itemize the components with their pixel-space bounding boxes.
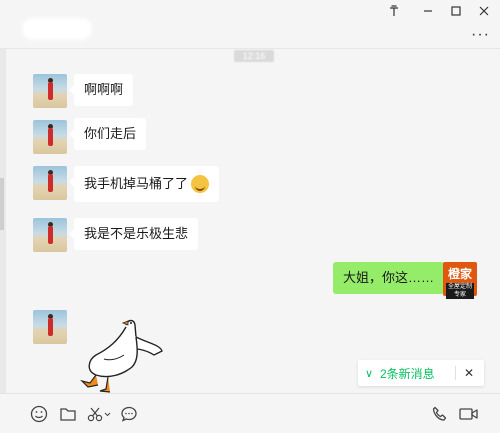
left-sidebar-edge bbox=[0, 0, 6, 432]
phone-icon bbox=[432, 406, 447, 421]
chat-title-redacted bbox=[22, 18, 92, 40]
avatar-logo-subtext: 全屋定制专家 bbox=[446, 283, 474, 299]
minimize-button[interactable] bbox=[418, 2, 438, 20]
message-bubble[interactable]: 我手机掉马桶了了 bbox=[68, 166, 220, 202]
new-messages-notice[interactable]: ∨ 2条新消息 ✕ bbox=[358, 360, 484, 386]
sender-avatar[interactable] bbox=[33, 218, 67, 252]
scrollbar-thumb[interactable] bbox=[0, 178, 4, 230]
minimize-icon bbox=[424, 10, 432, 12]
message-bubble[interactable]: 我是不是乐极生悲 bbox=[68, 218, 199, 250]
dismiss-new-messages-icon[interactable]: ✕ bbox=[464, 366, 478, 380]
pin-button[interactable] bbox=[384, 2, 404, 20]
maximize-icon bbox=[451, 6, 461, 16]
video-icon bbox=[459, 408, 478, 420]
message-text: 你们走后 bbox=[84, 126, 137, 141]
sender-avatar[interactable] bbox=[33, 310, 67, 344]
message-bubble[interactable]: 你们走后 bbox=[68, 118, 147, 150]
my-avatar[interactable]: 橙家 全屋定制专家 bbox=[443, 262, 477, 299]
close-icon bbox=[479, 6, 489, 16]
goose-sticker-icon bbox=[80, 319, 163, 393]
message-text: 我是不是乐极生悲 bbox=[84, 226, 189, 241]
my-message-bubble[interactable]: 大姐，你这…… bbox=[333, 262, 450, 294]
file-button[interactable] bbox=[58, 404, 78, 424]
scissors-icon bbox=[87, 407, 111, 422]
message-bubble[interactable]: 啊啊啊 bbox=[68, 74, 134, 106]
chat-history-button[interactable] bbox=[119, 404, 139, 424]
laughing-crying-emoji-icon bbox=[191, 174, 210, 193]
divider bbox=[455, 366, 456, 380]
message-text: 大姐，你这…… bbox=[343, 270, 435, 285]
voice-call-button[interactable] bbox=[430, 404, 450, 424]
folder-icon bbox=[60, 408, 76, 421]
chat-header: ··· bbox=[0, 0, 500, 49]
message-text: 我手机掉马桶了了 bbox=[84, 176, 189, 191]
chat-bubble-icon bbox=[121, 406, 137, 422]
more-options-button[interactable]: ··· bbox=[471, 27, 490, 43]
message-text: 啊啊啊 bbox=[84, 82, 124, 97]
sender-avatar[interactable] bbox=[33, 120, 67, 154]
emoji-icon bbox=[30, 405, 48, 423]
message-timestamp: 12:16 bbox=[234, 50, 274, 62]
screenshot-button[interactable] bbox=[86, 404, 112, 424]
video-call-button[interactable] bbox=[458, 404, 480, 424]
pin-icon bbox=[390, 5, 398, 16]
sender-avatar[interactable] bbox=[33, 74, 67, 108]
emoji-button[interactable] bbox=[29, 404, 49, 424]
new-messages-label: 2条新消息 bbox=[380, 366, 435, 381]
close-button[interactable] bbox=[474, 2, 494, 20]
avatar-logo-text: 橙家 bbox=[447, 267, 472, 281]
maximize-button[interactable] bbox=[446, 2, 466, 20]
input-toolbar bbox=[0, 393, 500, 433]
goose-sticker[interactable] bbox=[78, 315, 168, 395]
chevron-down-icon: ∨ bbox=[364, 367, 374, 380]
sender-avatar[interactable] bbox=[33, 166, 67, 200]
